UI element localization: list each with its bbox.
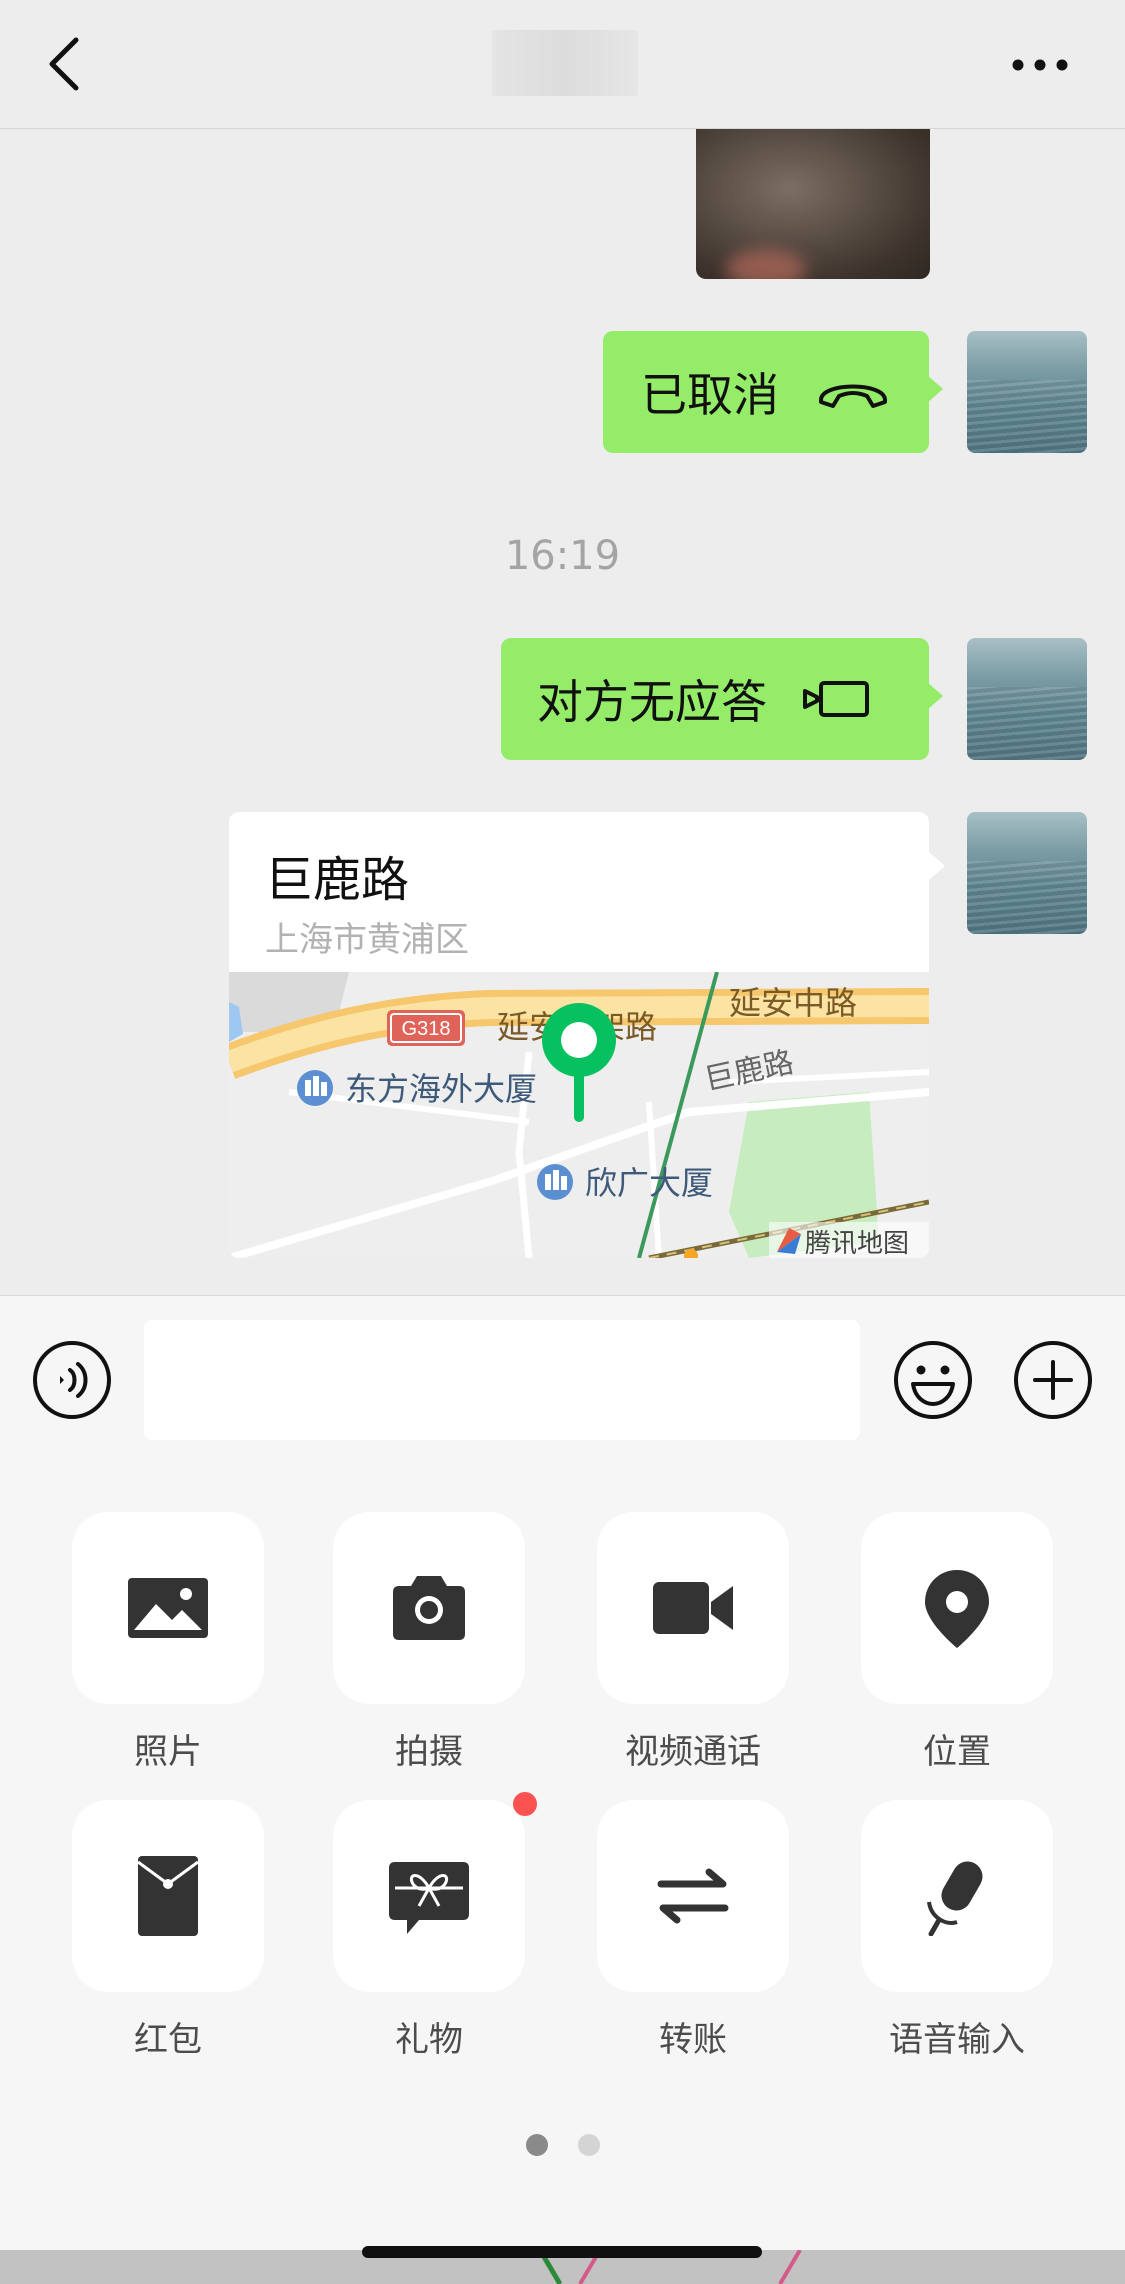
more-dots-icon (1012, 59, 1068, 71)
page-indicator-1[interactable] (526, 2134, 548, 2156)
chevron-left-icon (49, 37, 79, 91)
gift-icon (389, 1862, 469, 1934)
my-avatar[interactable] (967, 331, 1087, 453)
input-bar (0, 1295, 1125, 1465)
highway-badge: G318 (402, 1018, 451, 1040)
map-label-poi: 东方海外大厦 (345, 1070, 537, 1108)
call-status-text: 已取消 (641, 368, 779, 422)
image-message[interactable] (696, 129, 930, 279)
location-icon (925, 1570, 989, 1648)
video-call-button[interactable] (597, 1512, 789, 1704)
voice-toggle-button[interactable] (32, 1340, 112, 1420)
panel-label: 位置 (923, 1732, 991, 1772)
gift-button[interactable] (333, 1800, 525, 1992)
photo-button[interactable] (72, 1512, 264, 1704)
panel-label: 视频通话 (625, 1732, 761, 1772)
microphone-icon (927, 1861, 983, 1936)
back-button[interactable] (40, 34, 90, 94)
map-graphic: G318 延安高架路 延安中路 巨鹿路 东方海外大厦 欣广大厦 (229, 972, 929, 1258)
more-functions-button[interactable] (1013, 1340, 1093, 1420)
voice-icon (33, 1341, 111, 1419)
panel-label: 转账 (659, 2020, 727, 2060)
video-call-icon (803, 681, 869, 717)
camera-icon (393, 1576, 465, 1640)
location-bubble-arrow (929, 852, 945, 880)
new-badge (513, 1792, 537, 1816)
home-indicator[interactable] (362, 2246, 762, 2258)
nav-bar (0, 0, 1125, 129)
location-address: 上海市黄浦区 (265, 920, 469, 960)
transfer-button[interactable] (597, 1800, 789, 1992)
call-status-text: 对方无应答 (537, 675, 767, 729)
my-avatar[interactable] (967, 812, 1087, 934)
hangup-icon (819, 384, 887, 408)
function-panel: 照片 拍摄 视频通话 位置 红包 礼物 转账 语音输入 (0, 1464, 1125, 2250)
red-packet-button[interactable] (72, 1800, 264, 1992)
panel-label: 礼物 (395, 2020, 463, 2060)
call-bubble-no-answer[interactable]: 对方无应答 (501, 638, 943, 760)
my-avatar[interactable] (967, 638, 1087, 760)
camera-button[interactable] (333, 1512, 525, 1704)
map-brand: 腾讯地图 (805, 1229, 909, 1258)
photo-icon (128, 1578, 208, 1638)
call-bubble-cancelled[interactable]: 已取消 (603, 331, 943, 453)
map-label-road: 延安中路 (729, 984, 857, 1022)
panel-label: 照片 (134, 1732, 202, 1772)
emoji-button[interactable] (893, 1340, 973, 1420)
map-preview[interactable]: G318 延安高架路 延安中路 巨鹿路 东方海外大厦 欣广大厦 (229, 972, 929, 1258)
plus-icon (1014, 1341, 1092, 1419)
video-icon (653, 1582, 733, 1634)
map-label-poi: 欣广大厦 (585, 1164, 713, 1202)
location-name: 巨鹿路 (265, 852, 410, 908)
location-message[interactable]: 巨鹿路 上海市黄浦区 G318 延安中路 巨鹿路 东方海外大厦 欣广大厦 腾讯地… (229, 812, 929, 1258)
message-list[interactable]: 已取消 16:19 对方无应答 巨鹿路 上海市黄浦区 G318 延安中路 巨鹿路… (0, 129, 1125, 1294)
chat-title-redacted (492, 30, 638, 96)
more-button[interactable] (1010, 50, 1070, 80)
red-packet-icon (137, 1856, 199, 1936)
voice-input-button[interactable] (861, 1800, 1053, 1992)
location-button[interactable] (861, 1512, 1053, 1704)
panel-label: 拍摄 (395, 1732, 463, 1772)
page-indicator-2[interactable] (578, 2134, 600, 2156)
panel-label: 红包 (134, 2020, 202, 2060)
panel-label: 语音输入 (889, 2020, 1025, 2060)
emoji-icon (894, 1341, 972, 1419)
transfer-icon (657, 1868, 729, 1924)
timestamp: 16:19 (504, 533, 621, 579)
message-input[interactable] (144, 1320, 860, 1440)
